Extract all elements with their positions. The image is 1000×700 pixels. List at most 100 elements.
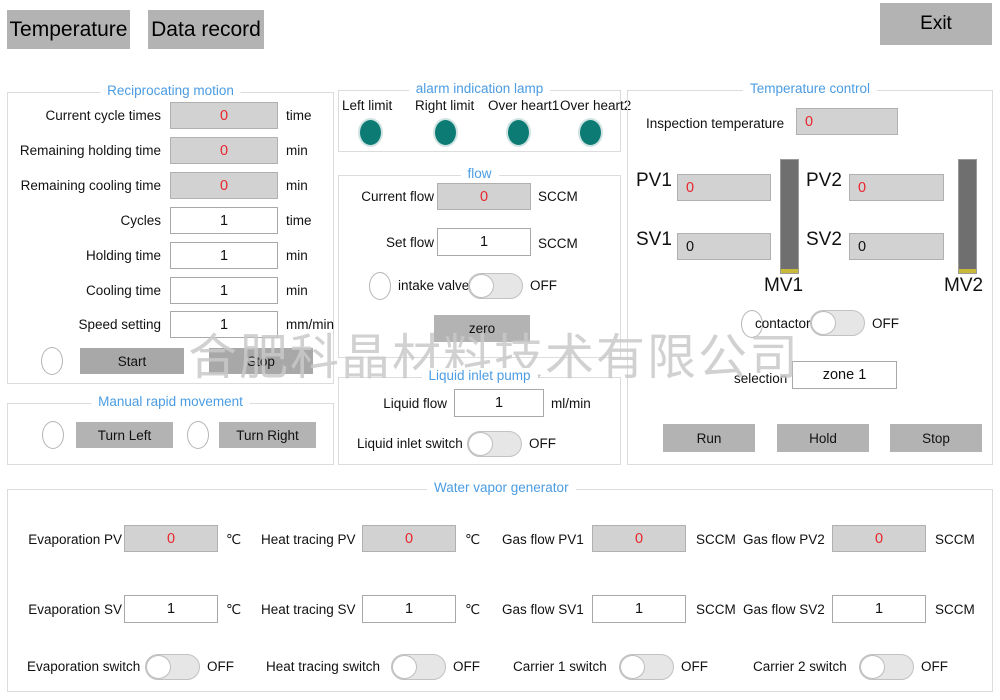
mv2-bar-fill xyxy=(959,269,976,273)
cooling-time-label: Cooling time xyxy=(86,283,161,298)
heat-tracing-pv-label: Heat tracing PV xyxy=(261,532,356,547)
selection-label: selection xyxy=(734,371,787,386)
start-indicator[interactable] xyxy=(41,347,63,375)
current-cycle-times-value: 0 xyxy=(170,102,278,129)
liquid-inlet-switch-label: Liquid inlet switch xyxy=(357,436,463,451)
liquid-inlet-switch-toggle[interactable] xyxy=(467,431,522,457)
evaporation-pv-unit: ℃ xyxy=(226,532,241,548)
evaporation-switch-toggle-knob xyxy=(146,655,171,679)
evaporation-switch-toggle[interactable] xyxy=(145,654,200,680)
pv1-value: 0 xyxy=(677,174,771,201)
speed-setting-label: Speed setting xyxy=(78,317,161,332)
turn-left-button[interactable]: Turn Left xyxy=(76,422,173,448)
exit-button[interactable]: Exit xyxy=(880,3,992,45)
liquid-flow-input[interactable]: 1 xyxy=(454,389,544,417)
current-flow-unit: SCCM xyxy=(538,189,578,204)
speed-setting-unit: mm/min xyxy=(286,317,334,332)
selection-value[interactable]: zone 1 xyxy=(792,361,897,389)
zero-button[interactable]: zero xyxy=(434,315,530,342)
gas-flow-pv1-value: 0 xyxy=(592,525,686,552)
gas-flow-sv2-input[interactable]: 1 xyxy=(832,595,926,623)
mv2-label: MV2 xyxy=(944,275,983,297)
hold-button[interactable]: Hold xyxy=(777,424,869,452)
carrier2-switch-toggle-knob xyxy=(860,655,885,679)
liquid-flow-label: Liquid flow xyxy=(383,396,447,411)
speed-setting-input[interactable]: 1 xyxy=(170,311,278,338)
temperature-control-panel: Temperature control Inspection temperatu… xyxy=(627,90,993,465)
tab-data-record[interactable]: Data record xyxy=(148,10,264,49)
mv2-bar xyxy=(958,159,977,274)
heat-tracing-sv-input[interactable]: 1 xyxy=(362,595,456,623)
carrier2-switch-label: Carrier 2 switch xyxy=(753,659,847,674)
heat-tracing-switch-toggle[interactable] xyxy=(391,654,446,680)
gas-flow-pv2-value: 0 xyxy=(832,525,926,552)
intake-valve-toggle-knob xyxy=(469,274,494,298)
evaporation-switch-state: OFF xyxy=(207,659,234,674)
holding-time-input[interactable]: 1 xyxy=(170,242,278,269)
heat-tracing-pv-value: 0 xyxy=(362,525,456,552)
contactor-state: OFF xyxy=(872,316,899,331)
liquid-flow-unit: ml/min xyxy=(551,396,591,411)
pv1-label: PV1 xyxy=(636,170,672,192)
evaporation-sv-unit: ℃ xyxy=(226,602,241,618)
remaining-cooling-time-value: 0 xyxy=(170,172,278,199)
over-heart2-label: Over heart2 xyxy=(560,98,631,113)
turn-right-button[interactable]: Turn Right xyxy=(219,422,316,448)
liquid-inlet-switch-toggle-knob xyxy=(468,432,493,456)
left-limit-label: Left limit xyxy=(342,98,392,113)
reciprocating-motion-title: Reciprocating motion xyxy=(100,83,241,98)
pv2-value: 0 xyxy=(849,174,944,201)
water-vapor-generator-panel: Water vapor generator Evaporation PV 0 ℃… xyxy=(7,489,993,692)
carrier1-switch-label: Carrier 1 switch xyxy=(513,659,607,674)
liquid-inlet-pump-panel: Liquid inlet pump Liquid flow 1 ml/min L… xyxy=(338,377,621,465)
intake-valve-toggle[interactable] xyxy=(468,273,523,299)
contactor-toggle[interactable] xyxy=(810,310,865,336)
set-flow-input[interactable]: 1 xyxy=(437,228,531,256)
turn-left-indicator[interactable] xyxy=(42,421,64,449)
holding-time-unit: min xyxy=(286,248,308,263)
inspection-temperature-label: Inspection temperature xyxy=(646,116,784,131)
remaining-holding-time-unit: min xyxy=(286,143,308,158)
cycles-unit: time xyxy=(286,213,312,228)
remaining-holding-time-value: 0 xyxy=(170,137,278,164)
run-button[interactable]: Run xyxy=(663,424,755,452)
gas-flow-pv1-label: Gas flow PV1 xyxy=(502,532,584,547)
gas-flow-pv2-label: Gas flow PV2 xyxy=(743,532,825,547)
evaporation-sv-input[interactable]: 1 xyxy=(124,595,218,623)
heat-tracing-sv-unit: ℃ xyxy=(465,602,480,618)
alarm-indication-lamp-title: alarm indication lamp xyxy=(409,81,551,96)
carrier2-switch-toggle[interactable] xyxy=(859,654,914,680)
gas-flow-pv2-unit: SCCM xyxy=(935,532,975,547)
over-heart2-lamp-icon xyxy=(578,118,603,147)
contactor-label: contactor xyxy=(755,316,811,331)
carrier1-switch-toggle[interactable] xyxy=(619,654,674,680)
stop-button[interactable]: Stop xyxy=(209,348,313,374)
remaining-cooling-time-unit: min xyxy=(286,178,308,193)
evaporation-pv-value: 0 xyxy=(124,525,218,552)
right-limit-lamp-icon xyxy=(433,118,458,147)
cooling-time-input[interactable]: 1 xyxy=(170,277,278,304)
flow-title: flow xyxy=(460,166,498,181)
sv1-label: SV1 xyxy=(636,229,672,251)
temp-stop-button[interactable]: Stop xyxy=(890,424,982,452)
turn-right-indicator[interactable] xyxy=(187,421,209,449)
current-cycle-times-label: Current cycle times xyxy=(45,108,161,123)
gas-flow-sv1-input[interactable]: 1 xyxy=(592,595,686,623)
cycles-label: Cycles xyxy=(120,213,161,228)
gas-flow-sv2-unit: SCCM xyxy=(935,602,975,617)
mv1-bar-fill xyxy=(781,269,798,273)
start-button[interactable]: Start xyxy=(80,348,184,374)
heat-tracing-pv-unit: ℃ xyxy=(465,532,480,548)
left-limit-lamp-icon xyxy=(358,118,383,147)
evaporation-sv-label: Evaporation SV xyxy=(28,602,122,617)
liquid-inlet-switch-state: OFF xyxy=(529,436,556,451)
manual-rapid-movement-title: Manual rapid movement xyxy=(91,394,250,409)
cycles-input[interactable]: 1 xyxy=(170,207,278,234)
intake-valve-indicator[interactable] xyxy=(369,272,391,300)
tab-temperature[interactable]: Temperature xyxy=(7,10,130,49)
sv1-value: 0 xyxy=(677,233,771,260)
gas-flow-pv1-unit: SCCM xyxy=(696,532,736,547)
carrier1-switch-toggle-knob xyxy=(620,655,645,679)
gas-flow-sv1-unit: SCCM xyxy=(696,602,736,617)
gas-flow-sv1-label: Gas flow SV1 xyxy=(502,602,584,617)
